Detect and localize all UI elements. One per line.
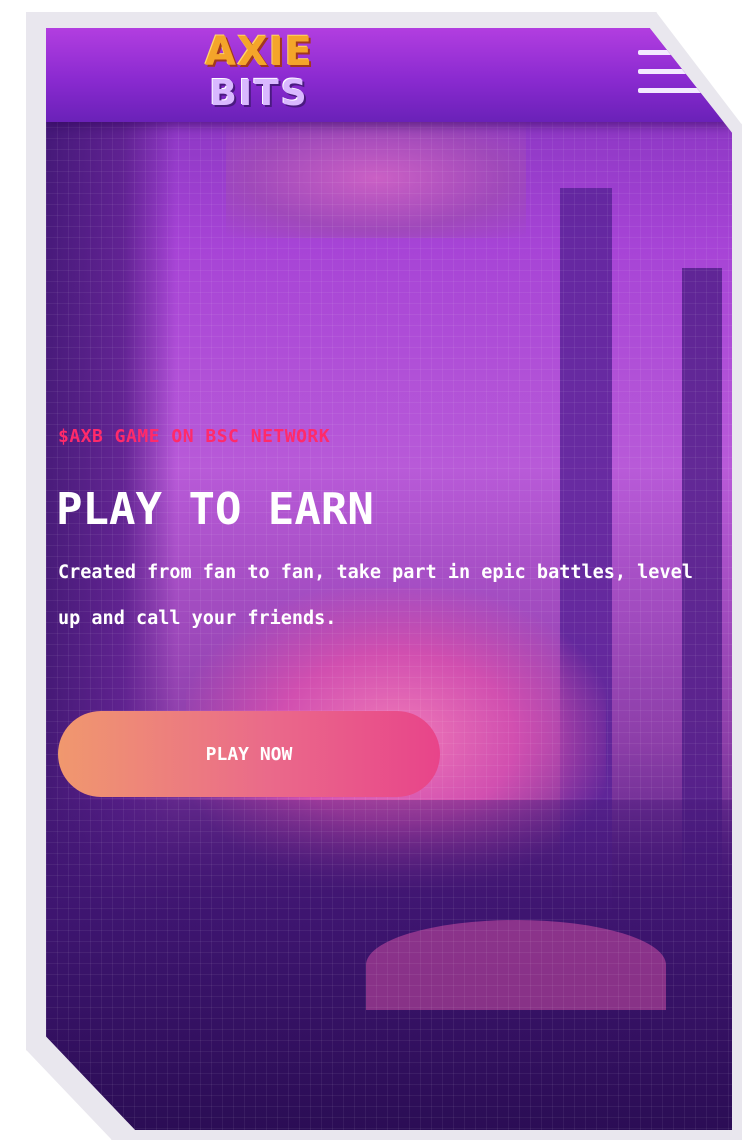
screen: AXIE BITS $AXB GAME ON BSC NETWORK PLAY … <box>46 28 732 1130</box>
hero-headline: PLAY TO EARN <box>56 484 374 535</box>
background-hill-pink <box>366 920 666 1010</box>
site-header: AXIE BITS <box>46 28 732 122</box>
play-now-button[interactable]: PLAY NOW <box>58 711 440 797</box>
hero-description: Created from fan to fan, take part in ep… <box>58 562 693 629</box>
logo-text-bottom: BITS <box>209 73 309 114</box>
axie-bits-logo[interactable]: AXIE BITS <box>184 30 334 120</box>
background-canopy <box>226 118 526 238</box>
device-frame: AXIE BITS $AXB GAME ON BSC NETWORK PLAY … <box>0 0 747 1147</box>
hero-tagline: $AXB GAME ON BSC NETWORK <box>58 426 331 447</box>
logo-text-top: AXIE <box>204 29 313 75</box>
menu-line-bottom <box>638 88 706 93</box>
